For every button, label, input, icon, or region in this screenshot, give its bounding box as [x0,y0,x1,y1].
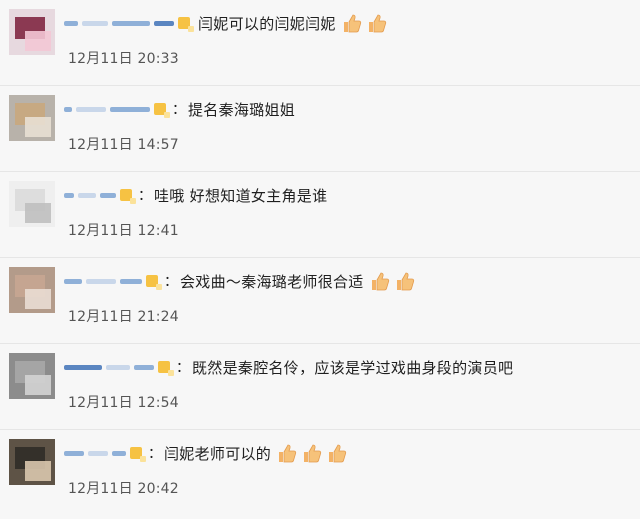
comment-body-row: ：哇哦 好想知道女主角是谁 [64,184,327,206]
avatar[interactable] [9,9,55,55]
comment-text: 提名秦海璐姐姐 [188,100,296,119]
thumbs-up-icon [369,270,391,292]
comment-item[interactable]: ：会戏曲～秦海璐老师很合适 12月11日 21:24 [0,258,640,344]
comment-item[interactable]: ：提名秦海璐姐姐 12月11日 14:57 [0,86,640,172]
username-blurred[interactable] [64,106,154,112]
avatar[interactable] [9,181,55,227]
thumbs-up-icon [394,270,416,292]
separator-colon: ： [148,446,162,462]
comment-body-row: ：提名秦海璐姐姐 [64,98,295,120]
username-blurred[interactable] [64,278,146,284]
comment-item[interactable]: ：既然是秦腔名伶，应该是学过戏曲身段的演员吧 12月11日 12:54 [0,344,640,430]
emoji-group [273,442,348,464]
vip-badge-icon [146,275,162,290]
comment-timestamp: 12月11日 20:33 [68,51,179,67]
thumbs-up-icon [276,442,298,464]
avatar[interactable] [9,267,55,313]
username-blurred[interactable] [64,450,130,456]
comment-item[interactable]: ：哇哦 好想知道女主角是谁 12月11日 12:41 [0,172,640,258]
comment-timestamp: 12月11日 14:57 [68,137,179,153]
thumbs-up-icon [301,442,323,464]
separator-colon: ： [138,188,152,204]
separator-colon: ： [164,274,178,290]
comment-text: 会戏曲～秦海璐老师很合适 [180,272,364,291]
thumbs-up-icon [366,12,388,34]
username-blurred[interactable] [64,20,178,26]
comment-timestamp: 12月11日 20:42 [68,481,179,497]
thumbs-up-icon [341,12,363,34]
comment-item[interactable]: ：闫妮老师可以的 12月11日 20:42 [0,430,640,516]
comment-list: 闫妮可以的闫妮闫妮 12月11日 20:33：提名秦海璐姐姐 12月11日 14:5… [0,0,640,516]
vip-badge-icon [130,447,146,462]
username-blurred[interactable] [64,364,158,370]
comment-item[interactable]: 闫妮可以的闫妮闫妮 12月11日 20:33 [0,0,640,86]
comment-text: 闫妮可以的闫妮闫妮 [198,14,336,33]
separator-colon: ： [172,102,186,118]
vip-badge-icon [178,17,194,32]
comment-body-row: 闫妮可以的闫妮闫妮 [64,12,388,34]
comment-text: 既然是秦腔名伶，应该是学过戏曲身段的演员吧 [192,358,514,377]
comment-body-row: ：会戏曲～秦海璐老师很合适 [64,270,416,292]
vip-badge-icon [120,189,136,204]
emoji-group [338,12,388,34]
comment-body-row: ：闫妮老师可以的 [64,442,348,464]
comment-text: 哇哦 好想知道女主角是谁 [154,186,328,205]
comment-body-row: ：既然是秦腔名伶，应该是学过戏曲身段的演员吧 [64,356,513,378]
emoji-group [366,270,416,292]
username-blurred[interactable] [64,192,120,198]
avatar[interactable] [9,353,55,399]
vip-badge-icon [154,103,170,118]
vip-badge-icon [158,361,174,376]
comment-text: 闫妮老师可以的 [164,444,272,463]
separator-colon: ： [176,360,190,376]
thumbs-up-icon [326,442,348,464]
comment-timestamp: 12月11日 21:24 [68,309,179,325]
avatar[interactable] [9,439,55,485]
comment-timestamp: 12月11日 12:41 [68,223,179,239]
avatar[interactable] [9,95,55,141]
comment-timestamp: 12月11日 12:54 [68,395,179,411]
